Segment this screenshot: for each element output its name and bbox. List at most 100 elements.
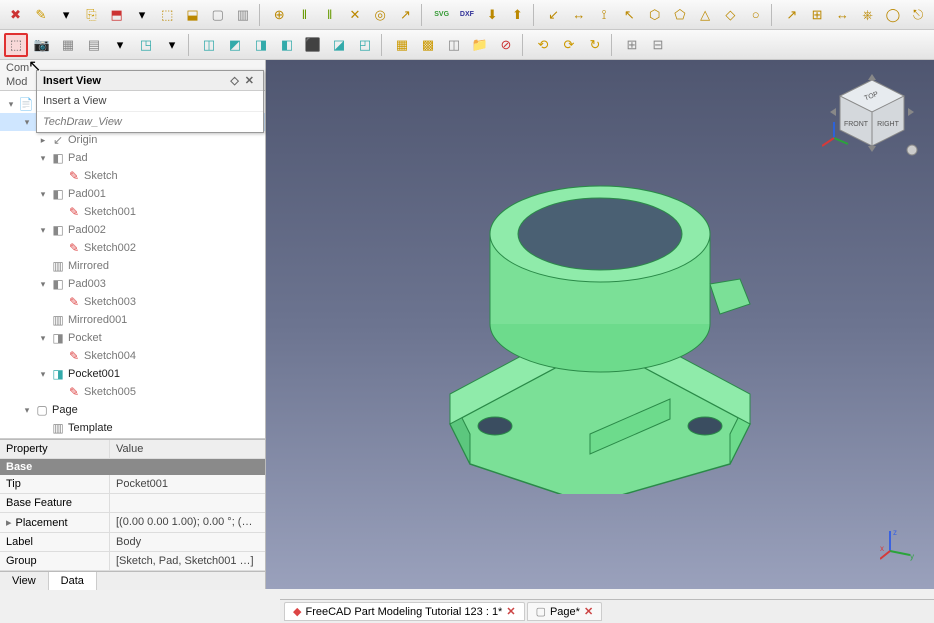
hatch-tool-1[interactable]: ▦ xyxy=(390,33,414,57)
section-tool-4[interactable]: ◧ xyxy=(275,33,299,57)
caret-icon[interactable]: ▾ xyxy=(36,189,50,200)
section-tool-6[interactable]: ◪ xyxy=(327,33,351,57)
geom-tool-4[interactable]: ↖ xyxy=(618,3,641,27)
geom-tool-6[interactable]: ⬠ xyxy=(668,3,691,27)
geom-tool-8[interactable]: ◇ xyxy=(719,3,742,27)
geom-tool-1[interactable]: ↙ xyxy=(542,3,565,27)
section-tool-5[interactable]: ⬛ xyxy=(301,33,325,57)
doc-tab-model[interactable]: ◆ FreeCAD Part Modeling Tutorial 123 : 1… xyxy=(284,602,525,621)
export-svg[interactable]: SVG xyxy=(430,3,453,27)
tree-pocket[interactable]: ▾ ◨ Pocket xyxy=(0,329,265,347)
tree-pad001[interactable]: ▾ ◧ Pad001 xyxy=(0,185,265,203)
grid-tool-1[interactable]: ⊞ xyxy=(620,33,644,57)
tree-pad[interactable]: ▾ ◧ Pad xyxy=(0,149,265,167)
link-tool-2[interactable]: ⊞ xyxy=(805,3,828,27)
geom-tool-5[interactable]: ⬡ xyxy=(643,3,666,27)
tree-sketch001[interactable]: ✎ Sketch001 xyxy=(0,203,265,221)
update-tool-1[interactable]: ⟲ xyxy=(531,33,555,57)
dim-tool-cross[interactable]: ✕ xyxy=(343,3,366,27)
3d-viewport[interactable]: TOP FRONT RIGHT z y x xyxy=(266,60,934,589)
geom-tool-3[interactable]: ⟟ xyxy=(592,3,615,27)
update-tool-3[interactable]: ↻ xyxy=(583,33,607,57)
property-row-label[interactable]: Label Body xyxy=(0,533,265,552)
link-tool-6[interactable]: ⎋ xyxy=(907,3,930,27)
caret-icon[interactable]: ▸ xyxy=(36,135,50,146)
tree-sketch[interactable]: ✎ Sketch xyxy=(0,167,265,185)
techdraw-tool-rect[interactable]: ⬚ xyxy=(156,3,179,27)
tree-page[interactable]: ▾ ▢ Page xyxy=(0,401,265,419)
navigation-cube[interactable]: TOP FRONT RIGHT xyxy=(822,72,922,162)
geom-tool-7[interactable]: △ xyxy=(694,3,717,27)
update-tool-2[interactable]: ⟳ xyxy=(557,33,581,57)
doc-tab-page[interactable]: ▢ Page* ✕ xyxy=(527,602,603,621)
tree-pocket001[interactable]: ▾ ◨ Pocket001 xyxy=(0,365,265,383)
techdraw-tool-box2[interactable]: ⬓ xyxy=(181,3,204,27)
property-row-group[interactable]: Group [Sketch, Pad, Sketch001 …] xyxy=(0,552,265,571)
tree-template[interactable]: ▥ Template xyxy=(0,419,265,437)
techdraw-tool-edit[interactable]: ✎ xyxy=(29,3,52,27)
caret-icon[interactable]: ▾ xyxy=(4,99,18,110)
view-dropdown-1[interactable]: ▾ xyxy=(108,33,132,57)
section-tool-7[interactable]: ◰ xyxy=(353,33,377,57)
caret-icon[interactable]: ▾ xyxy=(36,225,50,236)
caret-icon[interactable]: ▾ xyxy=(36,369,50,380)
tree-mirrored[interactable]: ▥ Mirrored xyxy=(0,257,265,275)
caret-icon[interactable]: ▾ xyxy=(36,279,50,290)
techdraw-tool-copy[interactable]: ⎘ xyxy=(80,3,103,27)
close-tab-icon[interactable]: ✕ xyxy=(584,605,593,618)
tooltip-close-icon[interactable]: ✕ xyxy=(242,75,257,87)
caret-icon[interactable]: ▾ xyxy=(36,333,50,344)
caret-icon[interactable]: ▾ xyxy=(36,153,50,164)
section-tool-3[interactable]: ◨ xyxy=(249,33,273,57)
dim-tool-center[interactable]: ⊕ xyxy=(268,3,291,27)
hatch-tool-5[interactable]: ⊘ xyxy=(494,33,518,57)
view-tool-2[interactable]: ▦ xyxy=(56,33,80,57)
snapshot-button[interactable]: 📷 xyxy=(30,33,54,57)
geom-tool-9[interactable]: ○ xyxy=(744,3,767,27)
section-tool-2[interactable]: ◩ xyxy=(223,33,247,57)
link-tool-4[interactable]: ⎈ xyxy=(856,3,879,27)
hatch-tool-4[interactable]: 📁 xyxy=(468,33,492,57)
techdraw-tool-dropdown-2[interactable]: ▾ xyxy=(130,3,153,27)
dim-tool-circle[interactable]: ◎ xyxy=(369,3,392,27)
tree-sketch004[interactable]: ✎ Sketch004 xyxy=(0,347,265,365)
tree-sketch005[interactable]: ✎ Sketch005 xyxy=(0,383,265,401)
dim-tool-arrow[interactable]: ↗ xyxy=(394,3,417,27)
property-tab-view[interactable]: View xyxy=(0,572,49,590)
techdraw-tool-close[interactable]: ✖ xyxy=(4,3,27,27)
link-tool-1[interactable]: ↗ xyxy=(780,3,803,27)
tree-sketch002[interactable]: ✎ Sketch002 xyxy=(0,239,265,257)
hatch-tool-2[interactable]: ▩ xyxy=(416,33,440,57)
grid-tool-2[interactable]: ⊟ xyxy=(646,33,670,57)
techdraw-tool-dropdown-1[interactable]: ▾ xyxy=(55,3,78,27)
tree-origin[interactable]: ▸ ↙ Origin xyxy=(0,131,265,149)
hatch-tool-3[interactable]: ◫ xyxy=(442,33,466,57)
dim-tool-vert2[interactable]: ‖ xyxy=(318,3,341,27)
techdraw-tool-frame1[interactable]: ▢ xyxy=(206,3,229,27)
tree-pad003[interactable]: ▾ ◧ Pad003 xyxy=(0,275,265,293)
section-tool-1[interactable]: ◫ xyxy=(197,33,221,57)
geom-tool-2[interactable]: ↔ xyxy=(567,3,590,27)
tree-mirrored001[interactable]: ▥ Mirrored001 xyxy=(0,311,265,329)
tooltip-pin-icon[interactable]: ◇ xyxy=(227,75,241,87)
techdraw-tool-frame2[interactable]: ▥ xyxy=(231,3,254,27)
property-row-placement[interactable]: ▸Placement [(0.00 0.00 1.00); 0.00 °; (… xyxy=(0,513,265,533)
export-up[interactable]: ⬆ xyxy=(506,3,529,27)
link-tool-5[interactable]: ◯ xyxy=(881,3,904,27)
property-row-basefeature[interactable]: Base Feature xyxy=(0,494,265,513)
tree-sketch003[interactable]: ✎ Sketch003 xyxy=(0,293,265,311)
property-row-tip[interactable]: Tip Pocket001 xyxy=(0,475,265,494)
dim-tool-vert1[interactable]: ‖ xyxy=(293,3,316,27)
view-tool-4[interactable]: ◳ xyxy=(134,33,158,57)
caret-icon[interactable]: ▾ xyxy=(20,117,34,128)
caret-icon[interactable]: ▾ xyxy=(20,405,34,416)
tree-pad002[interactable]: ▾ ◧ Pad002 xyxy=(0,221,265,239)
insert-view-button[interactable]: ⬚ xyxy=(4,33,28,57)
techdraw-tool-box1[interactable]: ⬒ xyxy=(105,3,128,27)
link-tool-3[interactable]: ↔ xyxy=(831,3,854,27)
view-dropdown-2[interactable]: ▾ xyxy=(160,33,184,57)
import-down[interactable]: ⬇ xyxy=(481,3,504,27)
export-dxf[interactable]: DXF xyxy=(455,3,478,27)
close-tab-icon[interactable]: ✕ xyxy=(506,605,515,618)
property-tab-data[interactable]: Data xyxy=(49,572,97,590)
